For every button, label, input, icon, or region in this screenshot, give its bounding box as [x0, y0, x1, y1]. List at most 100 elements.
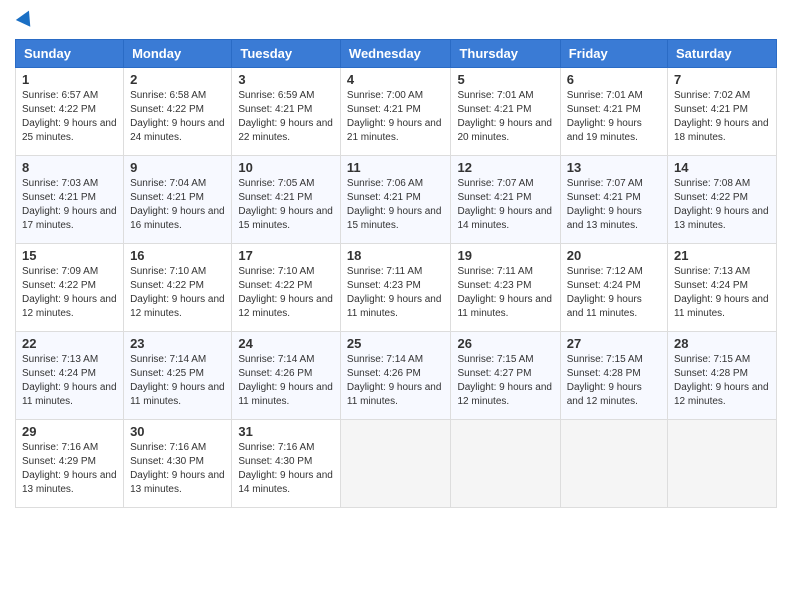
calendar-cell: 25 Sunrise: 7:14 AM Sunset: 4:26 PM Dayl…: [340, 331, 451, 419]
weekday-header-tuesday: Tuesday: [232, 39, 341, 67]
calendar-cell: 24 Sunrise: 7:14 AM Sunset: 4:26 PM Dayl…: [232, 331, 341, 419]
day-info: Sunrise: 7:16 AM Sunset: 4:30 PM Dayligh…: [130, 442, 225, 495]
weekday-header-thursday: Thursday: [451, 39, 560, 67]
calendar-cell: 13 Sunrise: 7:07 AM Sunset: 4:21 PM Dayl…: [560, 155, 667, 243]
calendar-cell: 11 Sunrise: 7:06 AM Sunset: 4:21 PM Dayl…: [340, 155, 451, 243]
day-info: Sunrise: 7:12 AM Sunset: 4:24 PM Dayligh…: [567, 266, 643, 319]
calendar-cell: 12 Sunrise: 7:07 AM Sunset: 4:21 PM Dayl…: [451, 155, 560, 243]
calendar-cell: 19 Sunrise: 7:11 AM Sunset: 4:23 PM Dayl…: [451, 243, 560, 331]
day-info: Sunrise: 7:09 AM Sunset: 4:22 PM Dayligh…: [22, 266, 117, 319]
weekday-header-saturday: Saturday: [668, 39, 777, 67]
day-number: 4: [347, 72, 445, 87]
calendar-cell: 16 Sunrise: 7:10 AM Sunset: 4:22 PM Dayl…: [124, 243, 232, 331]
header: [15, 10, 777, 33]
day-info: Sunrise: 7:14 AM Sunset: 4:25 PM Dayligh…: [130, 354, 225, 407]
calendar-cell: 30 Sunrise: 7:16 AM Sunset: 4:30 PM Dayl…: [124, 419, 232, 507]
calendar-cell: 1 Sunrise: 6:57 AM Sunset: 4:22 PM Dayli…: [16, 67, 124, 155]
day-number: 29: [22, 424, 117, 439]
day-info: Sunrise: 7:16 AM Sunset: 4:30 PM Dayligh…: [238, 442, 333, 495]
calendar-cell: 29 Sunrise: 7:16 AM Sunset: 4:29 PM Dayl…: [16, 419, 124, 507]
calendar-cell: 22 Sunrise: 7:13 AM Sunset: 4:24 PM Dayl…: [16, 331, 124, 419]
day-info: Sunrise: 7:13 AM Sunset: 4:24 PM Dayligh…: [22, 354, 117, 407]
weekday-header-sunday: Sunday: [16, 39, 124, 67]
day-number: 25: [347, 336, 445, 351]
day-number: 14: [674, 160, 770, 175]
weekday-header-friday: Friday: [560, 39, 667, 67]
day-number: 19: [457, 248, 553, 263]
calendar-week-row: 22 Sunrise: 7:13 AM Sunset: 4:24 PM Dayl…: [16, 331, 777, 419]
day-number: 31: [238, 424, 334, 439]
day-number: 13: [567, 160, 661, 175]
calendar-cell: [451, 419, 560, 507]
day-number: 28: [674, 336, 770, 351]
calendar-cell: 18 Sunrise: 7:11 AM Sunset: 4:23 PM Dayl…: [340, 243, 451, 331]
day-number: 3: [238, 72, 334, 87]
day-info: Sunrise: 7:02 AM Sunset: 4:21 PM Dayligh…: [674, 90, 769, 143]
day-info: Sunrise: 7:16 AM Sunset: 4:29 PM Dayligh…: [22, 442, 117, 495]
day-number: 24: [238, 336, 334, 351]
calendar-cell: 10 Sunrise: 7:05 AM Sunset: 4:21 PM Dayl…: [232, 155, 341, 243]
day-info: Sunrise: 7:08 AM Sunset: 4:22 PM Dayligh…: [674, 178, 769, 231]
calendar-cell: 5 Sunrise: 7:01 AM Sunset: 4:21 PM Dayli…: [451, 67, 560, 155]
day-info: Sunrise: 6:57 AM Sunset: 4:22 PM Dayligh…: [22, 90, 117, 143]
calendar-cell: 4 Sunrise: 7:00 AM Sunset: 4:21 PM Dayli…: [340, 67, 451, 155]
day-info: Sunrise: 7:14 AM Sunset: 4:26 PM Dayligh…: [347, 354, 442, 407]
weekday-header-monday: Monday: [124, 39, 232, 67]
day-info: Sunrise: 7:05 AM Sunset: 4:21 PM Dayligh…: [238, 178, 333, 231]
logo-triangle-icon: [16, 7, 36, 26]
calendar-week-row: 15 Sunrise: 7:09 AM Sunset: 4:22 PM Dayl…: [16, 243, 777, 331]
day-number: 9: [130, 160, 225, 175]
calendar-cell: [340, 419, 451, 507]
day-number: 7: [674, 72, 770, 87]
day-info: Sunrise: 7:14 AM Sunset: 4:26 PM Dayligh…: [238, 354, 333, 407]
calendar-cell: 15 Sunrise: 7:09 AM Sunset: 4:22 PM Dayl…: [16, 243, 124, 331]
day-number: 6: [567, 72, 661, 87]
day-number: 12: [457, 160, 553, 175]
calendar-cell: 6 Sunrise: 7:01 AM Sunset: 4:21 PM Dayli…: [560, 67, 667, 155]
day-number: 17: [238, 248, 334, 263]
day-info: Sunrise: 7:15 AM Sunset: 4:27 PM Dayligh…: [457, 354, 552, 407]
day-number: 5: [457, 72, 553, 87]
day-number: 11: [347, 160, 445, 175]
calendar-cell: 23 Sunrise: 7:14 AM Sunset: 4:25 PM Dayl…: [124, 331, 232, 419]
calendar-cell: 28 Sunrise: 7:15 AM Sunset: 4:28 PM Dayl…: [668, 331, 777, 419]
day-info: Sunrise: 7:11 AM Sunset: 4:23 PM Dayligh…: [457, 266, 552, 319]
calendar-cell: 2 Sunrise: 6:58 AM Sunset: 4:22 PM Dayli…: [124, 67, 232, 155]
day-number: 18: [347, 248, 445, 263]
day-number: 16: [130, 248, 225, 263]
day-info: Sunrise: 7:10 AM Sunset: 4:22 PM Dayligh…: [130, 266, 225, 319]
calendar-cell: 27 Sunrise: 7:15 AM Sunset: 4:28 PM Dayl…: [560, 331, 667, 419]
day-info: Sunrise: 7:15 AM Sunset: 4:28 PM Dayligh…: [674, 354, 769, 407]
calendar-cell: [668, 419, 777, 507]
day-info: Sunrise: 7:06 AM Sunset: 4:21 PM Dayligh…: [347, 178, 442, 231]
day-number: 22: [22, 336, 117, 351]
day-number: 2: [130, 72, 225, 87]
day-info: Sunrise: 7:01 AM Sunset: 4:21 PM Dayligh…: [457, 90, 552, 143]
day-info: Sunrise: 7:01 AM Sunset: 4:21 PM Dayligh…: [567, 90, 643, 143]
calendar-cell: 3 Sunrise: 6:59 AM Sunset: 4:21 PM Dayli…: [232, 67, 341, 155]
calendar-cell: 20 Sunrise: 7:12 AM Sunset: 4:24 PM Dayl…: [560, 243, 667, 331]
day-number: 30: [130, 424, 225, 439]
day-info: Sunrise: 7:00 AM Sunset: 4:21 PM Dayligh…: [347, 90, 442, 143]
day-number: 26: [457, 336, 553, 351]
logo: [15, 10, 34, 33]
day-number: 10: [238, 160, 334, 175]
logo-line2: [15, 10, 34, 33]
day-number: 1: [22, 72, 117, 87]
calendar-week-row: 29 Sunrise: 7:16 AM Sunset: 4:29 PM Dayl…: [16, 419, 777, 507]
day-info: Sunrise: 7:11 AM Sunset: 4:23 PM Dayligh…: [347, 266, 442, 319]
day-info: Sunrise: 7:07 AM Sunset: 4:21 PM Dayligh…: [457, 178, 552, 231]
calendar-cell: [560, 419, 667, 507]
calendar-cell: 7 Sunrise: 7:02 AM Sunset: 4:21 PM Dayli…: [668, 67, 777, 155]
day-number: 8: [22, 160, 117, 175]
calendar-week-row: 8 Sunrise: 7:03 AM Sunset: 4:21 PM Dayli…: [16, 155, 777, 243]
calendar-cell: 14 Sunrise: 7:08 AM Sunset: 4:22 PM Dayl…: [668, 155, 777, 243]
weekday-header-wednesday: Wednesday: [340, 39, 451, 67]
weekday-header-row: SundayMondayTuesdayWednesdayThursdayFrid…: [16, 39, 777, 67]
calendar-cell: 26 Sunrise: 7:15 AM Sunset: 4:27 PM Dayl…: [451, 331, 560, 419]
day-number: 23: [130, 336, 225, 351]
calendar-cell: 31 Sunrise: 7:16 AM Sunset: 4:30 PM Dayl…: [232, 419, 341, 507]
day-number: 20: [567, 248, 661, 263]
day-info: Sunrise: 6:58 AM Sunset: 4:22 PM Dayligh…: [130, 90, 225, 143]
day-info: Sunrise: 7:04 AM Sunset: 4:21 PM Dayligh…: [130, 178, 225, 231]
